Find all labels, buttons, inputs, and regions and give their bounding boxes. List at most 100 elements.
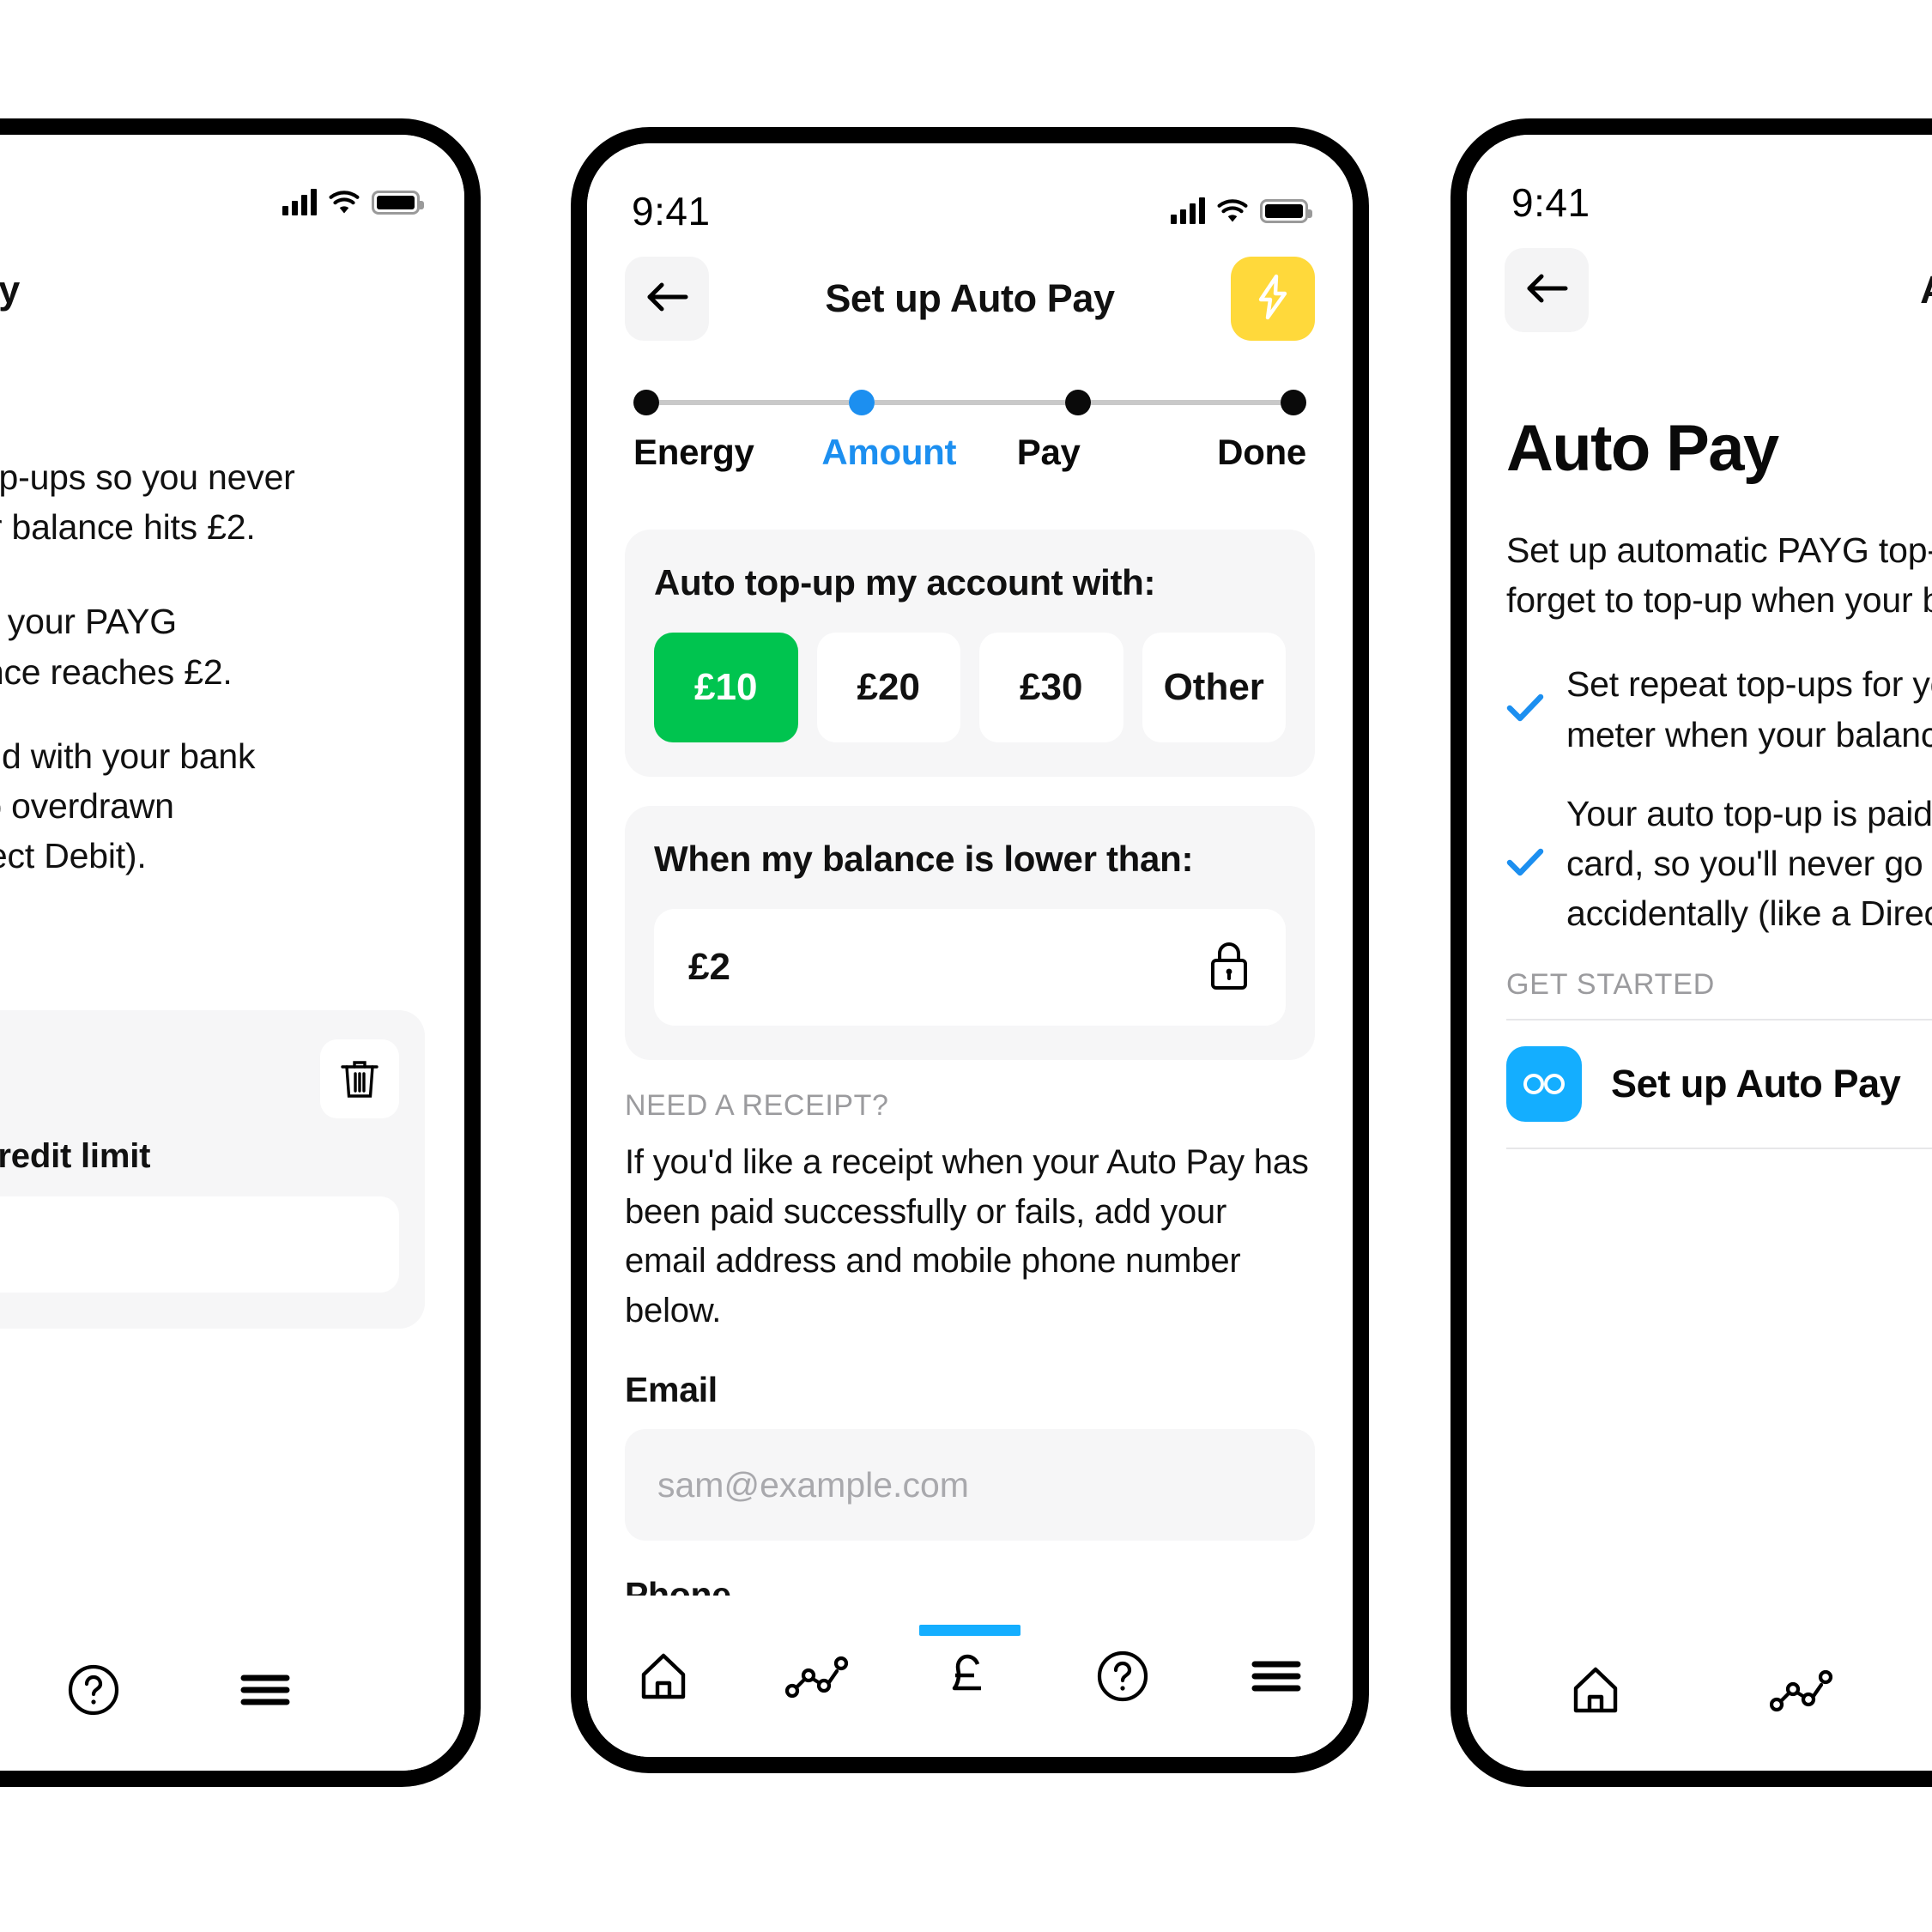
lead-paragraph-left: c PAYG top-ups so you never when your ba… [0, 457, 295, 548]
progress-stepper: Energy Amount Pay Done [587, 385, 1353, 473]
back-arrow-icon [645, 280, 689, 317]
screen-middle: 9:41 Set up Auto Pay Energy Amount Pay D… [587, 143, 1353, 1757]
lightning-bolt-icon [1254, 273, 1292, 324]
step-label-done[interactable]: Done [1217, 432, 1306, 473]
amount-option-other[interactable]: Other [1142, 633, 1286, 742]
signal-icon [282, 189, 317, 215]
infinity-icon [1506, 1045, 1582, 1122]
step-label-energy[interactable]: Energy [633, 432, 833, 473]
auto-topup-title: Auto top-up my account with: [654, 562, 1156, 603]
phone-mockup-left: Auto Pay c PAYG top-ups so you never whe… [0, 118, 481, 1787]
bullet-item: op-ups for your PAYG your balance reache… [0, 602, 233, 692]
email-label: Email [625, 1370, 718, 1410]
content-left: c PAYG top-ups so you never when your ba… [0, 363, 464, 916]
status-bar-left [0, 135, 464, 238]
phone-label: Phone [625, 1575, 731, 1596]
check-icon [1506, 693, 1544, 726]
amount-option-30[interactable]: £30 [979, 633, 1123, 742]
nav-bar-right: Auto Pay [1467, 236, 1932, 343]
active-indicator [919, 1625, 1021, 1636]
lightning-bolt-button[interactable] [1231, 256, 1315, 341]
step-dot-pay[interactable] [1064, 390, 1091, 415]
check-icon [1506, 847, 1544, 881]
bottom-nav-left [0, 1609, 464, 1771]
status-time: 9:41 [632, 189, 711, 233]
battery-icon [372, 191, 424, 215]
step-dot-done[interactable] [1280, 390, 1306, 415]
step-connector [1090, 400, 1281, 405]
nav-item-usage[interactable] [740, 1596, 893, 1757]
bullet-list-right: Set repeat top-ups for yo meter when you… [1506, 659, 1932, 938]
credit-limit-label: Credit limit [0, 1137, 151, 1175]
credit-limit-fields: £2.00 [0, 1196, 399, 1293]
step-label-amount[interactable]: Amount [821, 432, 1021, 473]
nav-item-usage[interactable] [1699, 1609, 1905, 1771]
nav-item-menu[interactable] [1200, 1596, 1353, 1757]
page-title-right: Auto Pay [1589, 268, 1932, 312]
get-started-label: GET STARTED [1506, 967, 1716, 1001]
nav-item-help[interactable] [1046, 1596, 1199, 1757]
bullet-item: p-up is paid with your bank ll never go … [0, 736, 256, 876]
heading-auto-pay: Auto Pay [1506, 412, 1779, 485]
back-button[interactable] [625, 256, 709, 341]
wifi-icon [1217, 199, 1248, 223]
bullet-item: Set repeat top-ups for yo meter when you… [1506, 659, 1932, 759]
bullet-item: Your auto top-up is paid card, so you'll… [1506, 789, 1932, 939]
list-item-set-up-auto-pay[interactable]: Set up Auto Pay [1506, 1021, 1932, 1149]
nav-item-menu[interactable] [179, 1609, 351, 1771]
screenshot-stage: Auto Pay c PAYG top-ups so you never whe… [0, 0, 1932, 1932]
receipt-section-label: NEED A RECEIPT? [625, 1089, 889, 1122]
credit-limit-card: Credit limit £2.00 [0, 1010, 425, 1329]
back-button[interactable] [1505, 247, 1589, 332]
screen-right: 9:41 Auto Pay Auto Pay Set up automatic … [1467, 135, 1932, 1771]
status-bar-right: 9:41 [1467, 135, 1932, 238]
status-icons [282, 189, 424, 215]
nav-bar-middle: Set up Auto Pay [587, 245, 1353, 352]
amount-option-20[interactable]: £20 [816, 633, 960, 742]
step-label-pay[interactable]: Pay [1017, 432, 1217, 473]
signal-icon [1171, 197, 1205, 224]
amount-option-group: £10 £20 £30 Other [654, 633, 1286, 742]
screen-left: Auto Pay c PAYG top-ups so you never whe… [0, 135, 464, 1771]
balance-threshold-title: When my balance is lower than: [654, 839, 1194, 879]
step-dot-energy[interactable] [633, 390, 659, 415]
nav-item-pound[interactable] [0, 1609, 8, 1771]
credit-limit-value[interactable]: £2.00 [0, 1196, 399, 1293]
balance-threshold-card: When my balance is lower than: £2 [625, 806, 1315, 1060]
auto-topup-amount-card: Auto top-up my account with: £10 £20 £30… [625, 530, 1315, 777]
nav-item-pound[interactable] [1905, 1609, 1932, 1771]
bullet-text: Set repeat top-ups for yo meter when you… [1566, 664, 1932, 754]
balance-threshold-field[interactable]: £2 [654, 909, 1286, 1026]
receipt-paragraph: If you'd like a receipt when your Auto P… [625, 1143, 1309, 1329]
scroll-content-middle: Auto top-up my account with: £10 £20 £30… [587, 530, 1353, 1596]
phone-mockup-right: 9:41 Auto Pay Auto Pay Set up automatic … [1451, 118, 1932, 1787]
battery-icon [1260, 199, 1312, 223]
nav-item-pound[interactable] [893, 1596, 1046, 1757]
back-arrow-icon [1524, 271, 1569, 308]
status-bar-middle: 9:41 [587, 143, 1353, 246]
status-time: 9:41 [1511, 180, 1590, 225]
bottom-nav-middle [587, 1596, 1353, 1757]
trash-icon[interactable] [320, 1039, 399, 1118]
stepper-labels: Energy Amount Pay Done [633, 432, 1306, 473]
page-title-middle: Set up Auto Pay [825, 276, 1115, 320]
nav-item-help[interactable] [8, 1609, 179, 1771]
lock-icon [1207, 939, 1251, 996]
bullet-text: Your auto top-up is paid card, so you'll… [1566, 793, 1932, 934]
nav-item-home[interactable] [587, 1596, 740, 1757]
wifi-icon [329, 191, 360, 215]
step-dot-amount[interactable] [849, 390, 875, 415]
nav-item-home[interactable] [1493, 1609, 1699, 1771]
amount-option-10[interactable]: £10 [654, 633, 798, 742]
lead-paragraph-right: Set up automatic PAYG top-u forget to to… [1506, 530, 1932, 621]
list-item-label: Set up Auto Pay [1611, 1061, 1901, 1105]
content-right: Auto Pay Set up automatic PAYG top-u for… [1467, 363, 1932, 1149]
phone-mockup-middle: 9:41 Set up Auto Pay Energy Amount Pay D… [571, 127, 1369, 1773]
bottom-nav-right [1467, 1609, 1932, 1771]
stepper-dots [633, 385, 1306, 420]
get-started-list: Set up Auto Pay [1506, 1018, 1932, 1149]
bullet-list-left: op-ups for your PAYG your balance reache… [0, 597, 425, 881]
email-input[interactable] [625, 1429, 1315, 1541]
nav-bar-left: Auto Pay [0, 236, 464, 343]
balance-threshold-value: £2 [688, 946, 730, 988]
